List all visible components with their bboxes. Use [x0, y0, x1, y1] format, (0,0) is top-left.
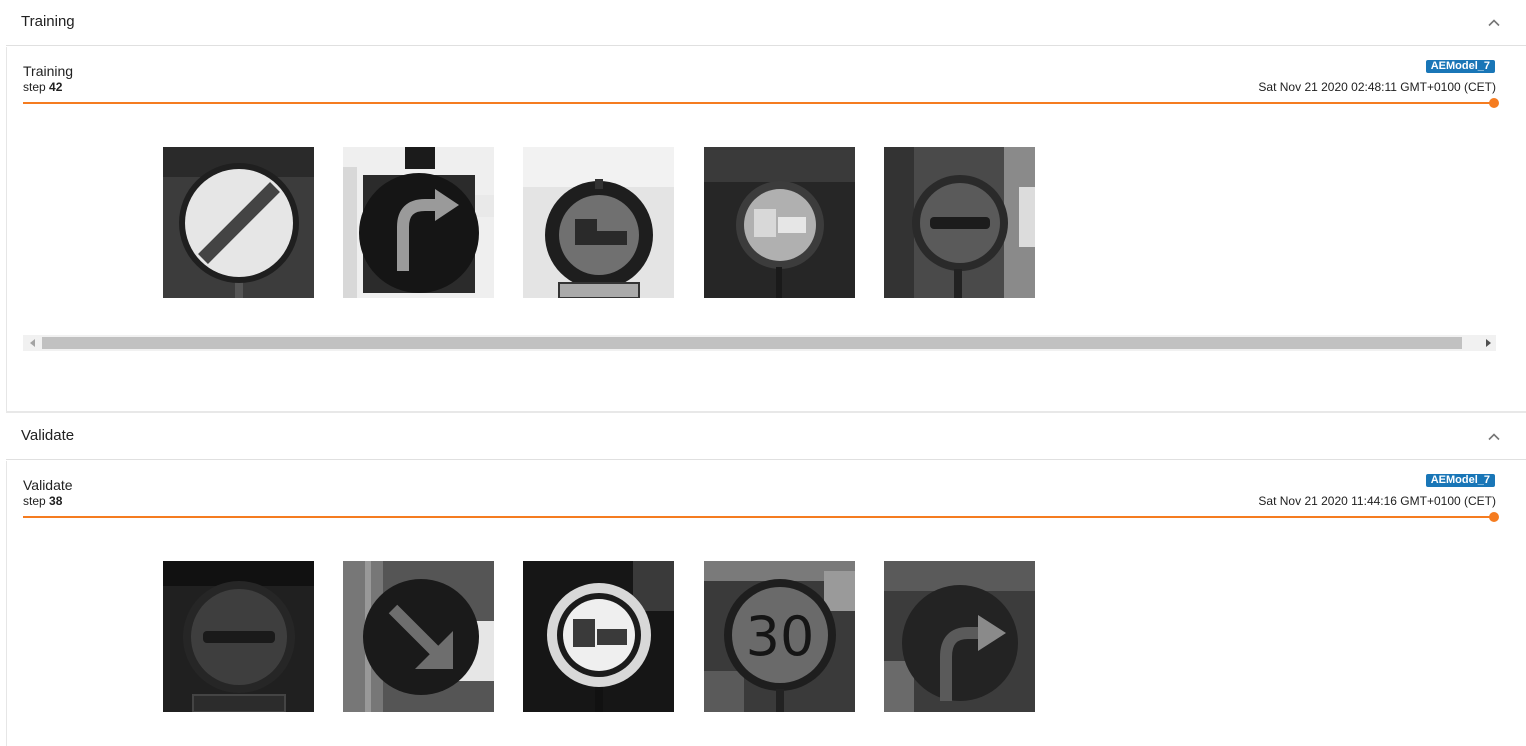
run-tag-badge: AEModel_7 [1425, 60, 1495, 73]
triangle-left-icon[interactable] [30, 339, 35, 347]
slider-thumb[interactable] [1489, 98, 1499, 108]
section-header-validate[interactable]: Validate [6, 414, 1526, 460]
image-card-validate: Validate step 38 AEModel_7 Sat Nov 21 20… [6, 461, 1526, 746]
step-label: step [23, 494, 46, 508]
slider-thumb[interactable] [1489, 512, 1499, 522]
sign-image-turn-right [884, 561, 1035, 712]
slider-track [23, 516, 1496, 518]
triangle-right-icon[interactable] [1486, 339, 1491, 347]
step-readout: step 42 [23, 80, 62, 94]
image-card-training: Training step 42 AEModel_7 Sat Nov 21 20… [6, 47, 1526, 411]
step-slider[interactable] [23, 511, 1499, 523]
section-title: Validate [21, 427, 75, 444]
step-readout: step 38 [23, 494, 62, 508]
card-title: Training [23, 63, 74, 79]
run-tag-badge: AEModel_7 [1425, 474, 1495, 487]
sign-image-no-trucks [523, 147, 674, 298]
step-label: step [23, 80, 46, 94]
chevron-up-icon[interactable] [1486, 15, 1502, 31]
sign-image-turn-right [343, 147, 494, 298]
wall-time: Sat Nov 21 2020 11:44:16 GMT+0100 (CET) [1258, 494, 1496, 508]
slider-track [23, 102, 1496, 104]
section-title: Training [21, 13, 75, 30]
step-value: 38 [49, 494, 63, 508]
chevron-up-icon[interactable] [1486, 429, 1502, 445]
step-value: 42 [49, 80, 63, 94]
sign-image-end-restrictions [163, 147, 314, 298]
sign-image-no-overtaking [163, 561, 314, 712]
step-slider[interactable] [23, 97, 1499, 109]
card-title: Validate [23, 477, 73, 493]
section-header-training[interactable]: Training [6, 0, 1526, 46]
sign-image-no-overtaking [884, 147, 1035, 298]
sign-image-keep-right [343, 561, 494, 712]
wall-time: Sat Nov 21 2020 02:48:11 GMT+0100 (CET) [1258, 80, 1496, 94]
section-divider [6, 411, 1526, 413]
speed-limit-text: 30 [746, 605, 815, 668]
sign-image-no-trucks-dark [704, 147, 855, 298]
scrollbar-thumb[interactable] [42, 337, 1462, 349]
sign-image-speed-limit: 30 [704, 561, 855, 712]
sign-image-no-trucks [523, 561, 674, 712]
horizontal-scrollbar[interactable] [23, 335, 1496, 351]
